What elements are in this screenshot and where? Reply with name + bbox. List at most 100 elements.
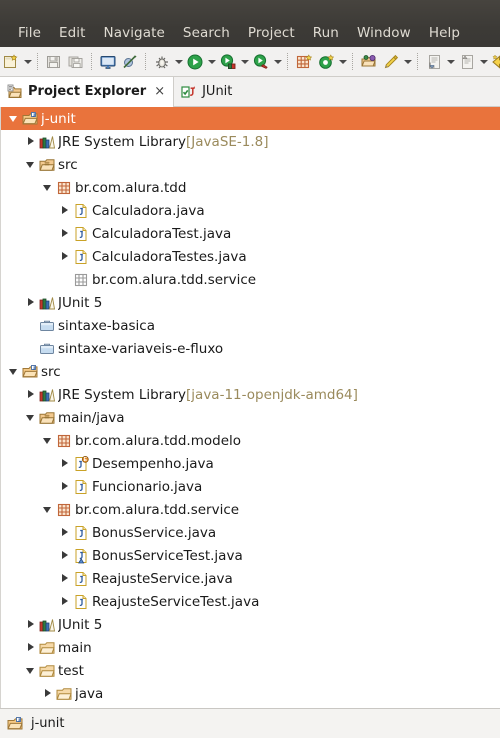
menu-help[interactable]: Help: [420, 23, 469, 43]
chevron-down-icon[interactable]: [6, 107, 22, 130]
chevron-down-icon[interactable]: [23, 153, 39, 176]
tab-label: JUnit: [202, 84, 233, 99]
tree-item-reajusteservice-java[interactable]: ReajusteService.java: [1, 567, 500, 590]
package-icon: [56, 180, 72, 196]
menu-navigate[interactable]: Navigate: [95, 23, 174, 43]
chevron-down-icon[interactable]: [6, 360, 22, 383]
new-java-package-icon[interactable]: [293, 51, 315, 73]
skip-breakpoints-icon[interactable]: [119, 51, 141, 73]
chevron-down-icon[interactable]: [206, 51, 217, 73]
menu-file[interactable]: File: [9, 23, 50, 43]
back-icon[interactable]: [489, 51, 500, 73]
tree-item-bonusservice-java[interactable]: BonusService.java: [1, 521, 500, 544]
tree-twisty-placeholder: [57, 268, 73, 291]
chevron-down-icon[interactable]: [40, 429, 56, 452]
tree-item-calculadoratestes-java[interactable]: CalculadoraTestes.java: [1, 245, 500, 268]
chevron-right-icon[interactable]: [57, 590, 73, 613]
tree-item-sintaxe-basica[interactable]: sintaxe-basica: [1, 314, 500, 337]
java-project-icon: [22, 364, 38, 380]
open-console-icon[interactable]: [97, 51, 119, 73]
menu-edit[interactable]: Edit: [50, 23, 95, 43]
tree-item-j-unit[interactable]: j-unit: [1, 107, 500, 130]
tree-item-calculadora-java[interactable]: Calculadora.java: [1, 199, 500, 222]
tree-item-jre-system-library-2[interactable]: JRE System Library [java-11-openjdk-amd6…: [1, 383, 500, 406]
source-folder-icon: [39, 157, 55, 173]
menu-project[interactable]: Project: [239, 23, 304, 43]
tree-item-br-com-alura-tdd-service-2[interactable]: br.com.alura.tdd.service: [1, 498, 500, 521]
open-type-icon[interactable]: [358, 51, 380, 73]
next-annotation-icon[interactable]: [423, 51, 445, 73]
chevron-right-icon[interactable]: [57, 475, 73, 498]
chevron-right-icon[interactable]: [57, 452, 73, 475]
tree-item-test[interactable]: test: [1, 659, 500, 682]
chevron-down-icon[interactable]: [402, 51, 413, 73]
chevron-right-icon[interactable]: [57, 521, 73, 544]
tree-item-main[interactable]: main: [1, 636, 500, 659]
chevron-right-icon[interactable]: [57, 199, 73, 222]
tab-project-explorer[interactable]: Project Explorer ×: [0, 77, 175, 107]
java-file-icon: [73, 594, 89, 610]
tree-item-label: JUnit 5: [58, 616, 103, 633]
tree-item-funcionario-java[interactable]: Funcionario.java: [1, 475, 500, 498]
chevron-right-icon[interactable]: [23, 636, 39, 659]
tree-item-label: br.com.alura.tdd: [75, 179, 187, 196]
tree-item-desempenho-java[interactable]: E Desempenho.java: [1, 452, 500, 475]
tree-item-label: Desempenho.java: [92, 455, 214, 472]
tree-item-sintaxe-variaveis-e-fluxo[interactable]: sintaxe-variaveis-e-fluxo: [1, 337, 500, 360]
debug-icon[interactable]: [151, 51, 173, 73]
chevron-down-icon[interactable]: [40, 176, 56, 199]
chevron-right-icon[interactable]: [23, 613, 39, 636]
tree-item-main-java[interactable]: main/java: [1, 406, 500, 429]
tab-junit[interactable]: JUnit: [174, 77, 240, 106]
tree-item-label: main: [58, 639, 92, 656]
tree-item-calculadoratest-java[interactable]: CalculadoraTest.java: [1, 222, 500, 245]
view-tab-bar: Project Explorer × JUnit: [0, 77, 500, 107]
project-explorer-tree[interactable]: j-unit JRE System Library [JavaSE-1.8] src…: [0, 107, 500, 708]
tree-item-br-com-alura-tdd-modelo[interactable]: br.com.alura.tdd.modelo: [1, 429, 500, 452]
tree-item-java[interactable]: java: [1, 682, 500, 705]
chevron-right-icon[interactable]: [57, 222, 73, 245]
new-wizard-icon[interactable]: [0, 51, 22, 73]
chevron-down-icon[interactable]: [337, 51, 348, 73]
chevron-down-icon[interactable]: [23, 406, 39, 429]
chevron-down-icon[interactable]: [173, 51, 184, 73]
chevron-right-icon[interactable]: [57, 567, 73, 590]
tree-item-junit-5-a[interactable]: JUnit 5: [1, 291, 500, 314]
junit-icon: [181, 84, 197, 100]
chevron-down-icon[interactable]: [23, 659, 39, 682]
chevron-down-icon[interactable]: [22, 51, 33, 73]
chevron-down-icon[interactable]: [272, 51, 283, 73]
tree-item-label: src: [41, 363, 61, 380]
search-icon[interactable]: [380, 51, 402, 73]
save-icon[interactable]: [43, 51, 65, 73]
tree-item-junit-5-b[interactable]: JUnit 5: [1, 613, 500, 636]
tree-item-reajusteservicetest-java[interactable]: ReajusteServiceTest.java: [1, 590, 500, 613]
run-external-tools-icon[interactable]: [250, 51, 272, 73]
run-icon[interactable]: [184, 51, 206, 73]
chevron-right-icon[interactable]: [57, 245, 73, 268]
coverage-icon[interactable]: [217, 51, 239, 73]
chevron-down-icon[interactable]: [40, 498, 56, 521]
chevron-right-icon[interactable]: [40, 682, 56, 705]
menu-search[interactable]: Search: [174, 23, 239, 43]
chevron-right-icon[interactable]: [57, 544, 73, 567]
java-project-icon: [22, 111, 38, 127]
tree-item-src-root[interactable]: src: [1, 360, 500, 383]
previous-annotation-icon[interactable]: [456, 51, 478, 73]
save-all-icon[interactable]: [65, 51, 87, 73]
new-java-class-icon[interactable]: [315, 51, 337, 73]
tree-item-src[interactable]: src: [1, 153, 500, 176]
chevron-right-icon[interactable]: [23, 130, 39, 153]
menu-run[interactable]: Run: [304, 23, 348, 43]
tree-item-bonusservicetest-java[interactable]: BonusServiceTest.java: [1, 544, 500, 567]
chevron-right-icon[interactable]: [23, 383, 39, 406]
chevron-down-icon[interactable]: [445, 51, 456, 73]
tree-item-br-com-alura-tdd[interactable]: br.com.alura.tdd: [1, 176, 500, 199]
menu-window[interactable]: Window: [348, 23, 420, 43]
tree-item-jre-system-library[interactable]: JRE System Library [JavaSE-1.8]: [1, 130, 500, 153]
chevron-right-icon[interactable]: [23, 291, 39, 314]
close-icon[interactable]: ×: [154, 84, 165, 99]
chevron-down-icon[interactable]: [239, 51, 250, 73]
tree-item-br-com-alura-tdd-service[interactable]: br.com.alura.tdd.service: [1, 268, 500, 291]
chevron-down-icon[interactable]: [478, 51, 489, 73]
